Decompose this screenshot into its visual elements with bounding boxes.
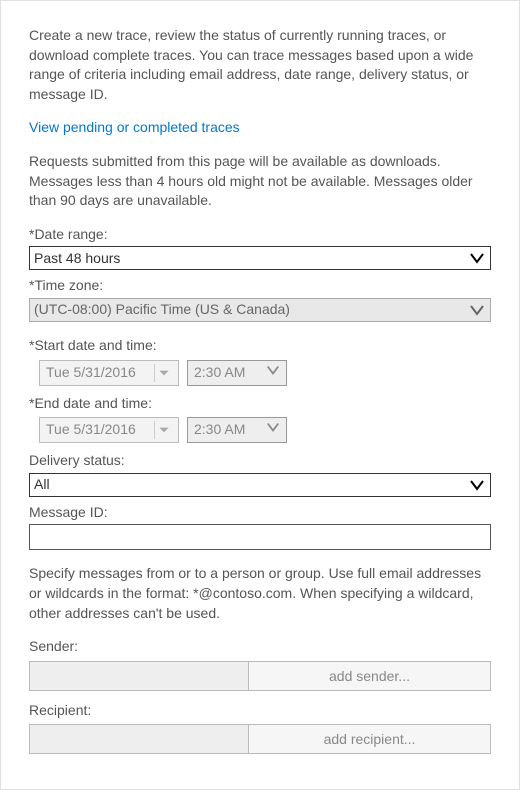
delivery-status-value: All — [34, 475, 468, 495]
message-id-input[interactable] — [29, 524, 491, 550]
add-recipient-button[interactable]: add recipient... — [249, 724, 491, 754]
recipient-input[interactable] — [29, 724, 249, 754]
start-dt-label: *Start date and time: — [29, 336, 491, 356]
sender-label: Sender: — [29, 637, 491, 657]
chevron-down-icon — [468, 301, 486, 319]
start-time-picker[interactable]: 2:30 AM — [187, 360, 287, 386]
chevron-down-icon — [468, 476, 486, 494]
start-date-value: Tue 5/31/2016 — [46, 363, 136, 383]
delivery-status-label: Delivery status: — [29, 451, 491, 471]
start-date-picker[interactable]: Tue 5/31/2016 — [39, 360, 179, 386]
end-time-picker[interactable]: 2:30 AM — [187, 417, 287, 443]
view-pending-link[interactable]: View pending or completed traces — [29, 118, 240, 138]
chevron-down-icon — [266, 420, 280, 440]
triangle-down-icon — [154, 364, 172, 382]
start-time-value: 2:30 AM — [194, 363, 245, 383]
date-range-select[interactable]: Past 48 hours — [29, 246, 491, 270]
sender-input[interactable] — [29, 661, 249, 691]
chevron-down-icon — [266, 363, 280, 383]
time-zone-label: *Time zone: — [29, 276, 491, 296]
chevron-down-icon — [468, 249, 486, 267]
end-dt-label: *End date and time: — [29, 394, 491, 414]
message-id-label: Message ID: — [29, 503, 491, 523]
end-time-value: 2:30 AM — [194, 420, 245, 440]
add-sender-button[interactable]: add sender... — [249, 661, 491, 691]
time-zone-value: (UTC-08:00) Pacific Time (US & Canada) — [34, 300, 468, 320]
date-range-label: *Date range: — [29, 225, 491, 245]
recipient-label: Recipient: — [29, 701, 491, 721]
wildcard-note: Specify messages from or to a person or … — [29, 564, 491, 623]
availability-note: Requests submitted from this page will b… — [29, 152, 491, 211]
intro-text: Create a new trace, review the status of… — [29, 26, 491, 104]
end-date-picker[interactable]: Tue 5/31/2016 — [39, 417, 179, 443]
date-range-value: Past 48 hours — [34, 249, 468, 269]
triangle-down-icon — [154, 421, 172, 439]
delivery-status-select[interactable]: All — [29, 473, 491, 497]
time-zone-select[interactable]: (UTC-08:00) Pacific Time (US & Canada) — [29, 298, 491, 322]
end-date-value: Tue 5/31/2016 — [46, 420, 136, 440]
